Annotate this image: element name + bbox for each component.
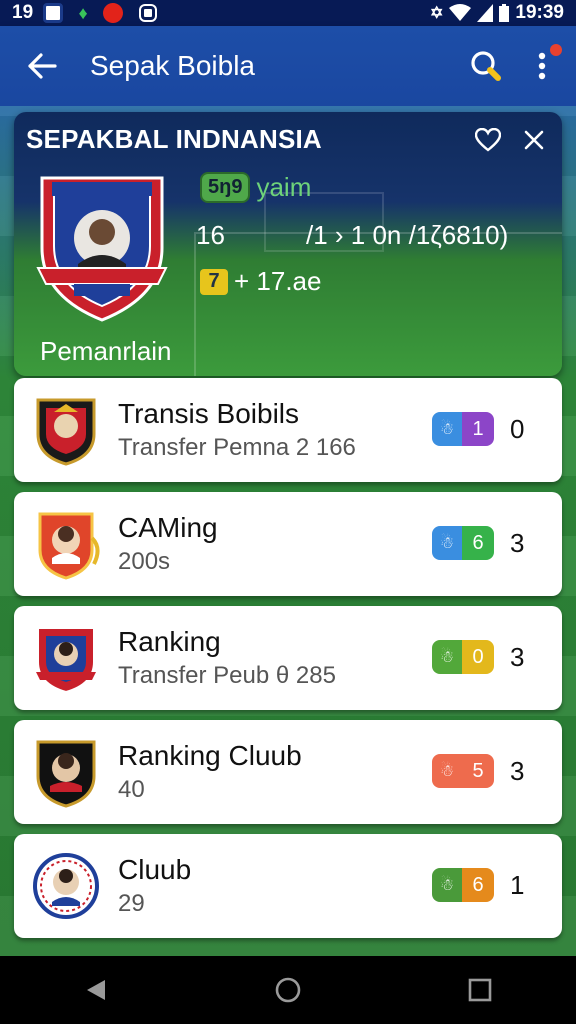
status-time-right: 19:39	[515, 2, 564, 23]
hero-stat-badge: 7	[200, 268, 228, 295]
club-logo-icon	[36, 398, 96, 466]
badge-mascot-icon: ☃	[432, 412, 462, 446]
club-logo-icon	[36, 740, 96, 808]
hero-stat-value: + 17.ae	[234, 266, 322, 296]
favorite-button[interactable]	[472, 124, 504, 156]
arrow-back-icon	[28, 53, 57, 79]
list-item-subtitle: 29	[118, 890, 145, 917]
battery-icon	[499, 4, 510, 22]
list-item-badge-number: 6	[462, 526, 494, 560]
hero-match-number: 16	[196, 220, 225, 250]
club-crest-icon	[36, 176, 168, 322]
list-item-badge: ☃ 5	[432, 754, 494, 788]
list-item-title: Ranking Cluub	[118, 740, 302, 771]
list-item-badge-number: 6	[462, 868, 494, 902]
hero-title: SEPAKBAL INDNANSIA	[26, 124, 322, 154]
list-item-value: 3	[510, 528, 525, 558]
badge-mascot-icon: ☃	[432, 526, 462, 560]
list-item-badge: ☃ 1	[432, 412, 494, 446]
hero-tag-text: yaim	[256, 172, 312, 202]
app-bar: Sepak Boibla	[0, 26, 576, 106]
list-item-title: Ranking	[118, 626, 221, 657]
android-notification-icon: ♦	[78, 3, 88, 23]
nav-back-button[interactable]	[66, 960, 126, 1020]
system-nav-bar	[0, 956, 576, 1024]
hero-match-info: 16 /1 › 1 0n /1ζ6810)	[196, 220, 508, 251]
hero-tag: 5ŋ9 yaim	[200, 172, 311, 203]
vibrate-icon: ✡	[429, 5, 444, 22]
list-item[interactable]: Ranking Cluub 40 ☃ 5 3	[14, 720, 562, 824]
triangle-back-icon	[87, 980, 105, 1000]
badge-mascot-icon: ☃	[432, 868, 462, 902]
list-item-badge-number: 1	[462, 412, 494, 446]
list-item-value: 1	[510, 870, 525, 900]
club-logo-icon	[38, 512, 100, 580]
list-item-title: CAMing	[118, 512, 218, 543]
search-button[interactable]	[462, 42, 510, 90]
list-item[interactable]: CAMing 200s ☃ 6 3	[14, 492, 562, 596]
more-options-button[interactable]	[518, 42, 566, 90]
list-item[interactable]: Cluub 29 ☃ 6 1	[14, 834, 562, 938]
club-list: Transis Boibils Transfer Pemnа 2 166 ☃ 1…	[14, 378, 562, 948]
list-item-badge-number: 0	[462, 640, 494, 674]
hero-tag-pill: 5ŋ9	[200, 172, 251, 203]
list-item-subtitle: 200s	[118, 548, 171, 575]
back-button[interactable]	[12, 36, 72, 96]
list-item-title: Cluub	[118, 854, 192, 885]
club-logo-icon	[33, 853, 99, 919]
notification-dot	[550, 44, 562, 56]
app-notification-icon	[100, 0, 126, 26]
club-logo-icon	[36, 627, 96, 694]
more-vert-icon	[538, 52, 546, 80]
badge-mascot-icon: ☃	[432, 754, 462, 788]
hero-match-detail: /1 › 1 0n /1ζ6810)	[306, 220, 509, 250]
list-item-value: 0	[510, 414, 525, 444]
square-recents-icon	[468, 978, 492, 1002]
nav-home-button[interactable]	[258, 960, 318, 1020]
list-item-subtitle: Transfer Pemnа 2 166	[118, 434, 356, 461]
close-icon	[524, 130, 544, 150]
list-item-badge: ☃ 0	[432, 640, 494, 674]
list-item-badge: ☃ 6	[432, 868, 494, 902]
pitch-lines	[194, 232, 562, 376]
list-item-badge-number: 5	[462, 754, 494, 788]
list-item[interactable]: Transis Boibils Transfer Pemnа 2 166 ☃ 1…	[14, 378, 562, 482]
status-time-left: 19	[12, 2, 34, 23]
list-item-value: 3	[510, 642, 525, 672]
badge-mascot-icon: ☃	[432, 640, 462, 674]
heart-icon	[475, 128, 501, 152]
list-item-badge: ☃ 6	[432, 526, 494, 560]
screenshot-notification-icon	[141, 6, 156, 20]
list-item[interactable]: Ranking Transfer Peub θ 285 ☃ 0 3	[14, 606, 562, 710]
gallery-notification-icon	[43, 3, 64, 23]
nav-recents-button[interactable]	[450, 960, 510, 1020]
search-icon	[471, 51, 501, 81]
signal-icon	[477, 4, 494, 22]
app-title: Sepak Boibla	[90, 50, 256, 81]
hero-stat: 7 + 17.ae	[200, 266, 321, 297]
list-item-subtitle: Transfer Peub θ 285	[118, 662, 336, 689]
wifi-icon	[449, 4, 472, 21]
hero-card[interactable]: SEPAKBAL INDNANSIA 5ŋ9 yaim 16 /1 › 1 0n…	[14, 112, 562, 376]
list-item-subtitle: 40	[118, 776, 145, 803]
close-button[interactable]	[518, 124, 550, 156]
hero-subtitle: Pemanrlain	[40, 336, 172, 366]
list-item-value: 3	[510, 756, 525, 786]
circle-home-icon	[275, 977, 301, 1003]
list-item-title: Transis Boibils	[118, 398, 300, 429]
status-bar: 19 ♦ ✡ 19:39	[0, 0, 576, 26]
